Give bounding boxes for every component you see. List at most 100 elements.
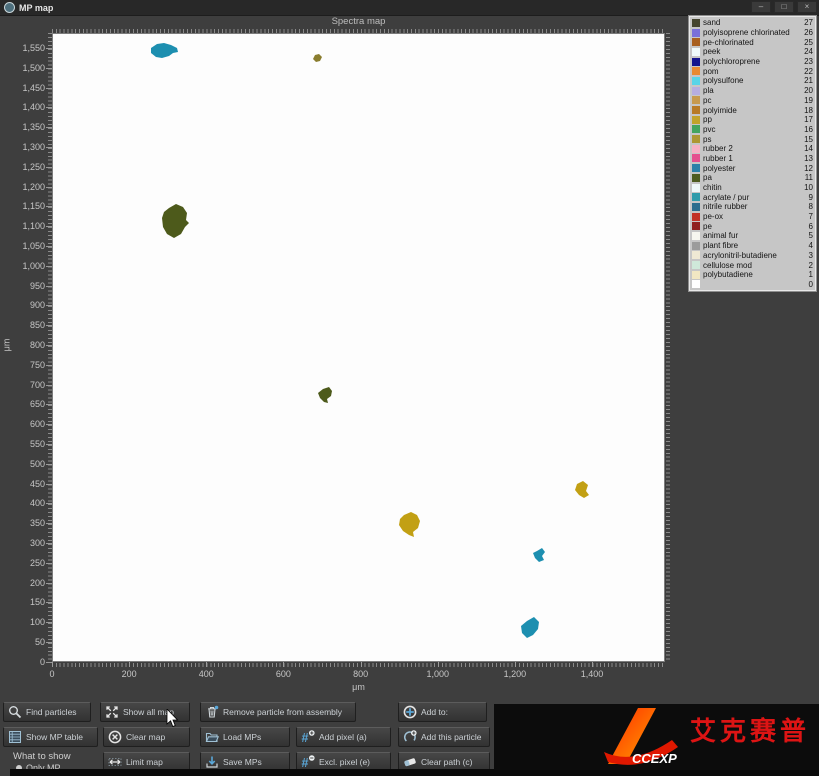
trash-icon [205,705,219,719]
legend-row: pp17 [690,115,815,125]
y-major-tick [46,563,52,564]
x-tick-label: 0 [30,669,74,679]
particle-add-icon [403,730,417,744]
legend-row: 0 [690,280,815,290]
y-tick-label: 150 [0,597,45,607]
legend-row: cellulose mod2 [690,260,815,270]
mouse-cursor-icon [166,709,180,729]
legend-swatch-icon [692,271,700,279]
legend-value: 19 [804,96,813,105]
load-mps-button[interactable]: Load MPs [200,727,290,747]
particle-blob[interactable] [521,617,539,638]
add-pixel-a-button[interactable]: #Add pixel (a) [296,727,391,747]
legend-value: 16 [804,125,813,134]
legend-label: peek [703,47,804,56]
particle-blob[interactable] [575,481,589,498]
accexp-logo-icon: CCEXP [602,706,702,768]
legend-row: pc19 [690,96,815,106]
minor-ticks-bottom [52,663,665,667]
legend-label: pe [703,222,809,231]
legend-swatch-icon [692,213,700,221]
legend: sand27polyisoprene chlorinated26pe-chlor… [688,15,817,292]
legend-row: pe-chlorinated25 [690,37,815,47]
y-tick-label: 1,150 [0,201,45,211]
legend-value: 24 [804,47,813,56]
legend-value: 11 [805,173,813,182]
minor-ticks-right [666,33,670,662]
particle-blob[interactable] [533,548,545,562]
legend-row: polyester12 [690,163,815,173]
legend-value: 27 [804,18,813,27]
y-tick-label: 700 [0,380,45,390]
particle-blob[interactable] [151,43,178,58]
y-major-tick [46,523,52,524]
spectra-map-plot[interactable] [52,33,665,662]
remove-particle-from-assembly-button[interactable]: Remove particle from assembly [200,702,356,722]
legend-row: nitrile rubber8 [690,202,815,212]
titlebar: MP map –□× [0,0,819,16]
toolbar-button-label: Limit map [126,757,163,767]
legend-swatch-icon [692,174,700,182]
legend-swatch-icon [692,48,700,56]
x-major-tick [515,662,516,667]
y-tick-label: 1,350 [0,122,45,132]
clear-x-icon [108,730,122,744]
minimize-button[interactable]: – [751,1,771,13]
eraser-icon [403,755,417,769]
legend-swatch-icon [692,154,700,162]
toolbar-button-label: Show MP table [26,732,83,742]
legend-swatch-icon [692,193,700,201]
y-major-tick [46,147,52,148]
legend-swatch-icon [692,116,700,124]
legend-label: pe-chlorinated [703,38,804,47]
legend-row: animal fur5 [690,231,815,241]
legend-row: polyimide18 [690,105,815,115]
x-tick-label: 400 [184,669,228,679]
close-button[interactable]: × [797,1,817,13]
legend-swatch-icon [692,145,700,153]
legend-value: 14 [804,144,813,153]
x-tick-label: 1,400 [570,669,614,679]
legend-label: sand [703,18,804,27]
legend-label: polyester [703,164,804,173]
clear-map-button[interactable]: Clear map [103,727,190,747]
y-axis-title: μm [1,339,11,352]
y-tick-label: 350 [0,518,45,528]
particle-blob[interactable] [162,204,189,238]
show-mp-table-button[interactable]: Show MP table [3,727,98,747]
legend-swatch-icon [692,67,700,75]
legend-row: polysulfone21 [690,76,815,86]
y-major-tick [46,404,52,405]
toolbar-button-label: Add pixel (a) [319,732,367,742]
legend-swatch-icon [692,232,700,240]
maximize-button[interactable]: □ [774,1,794,13]
y-major-tick [46,266,52,267]
legend-row: plant fibre4 [690,241,815,251]
particle-blob[interactable] [318,387,332,403]
legend-swatch-icon [692,106,700,114]
legend-value: 20 [804,86,813,95]
y-major-tick [46,444,52,445]
legend-row: pa11 [690,173,815,183]
y-tick-label: 600 [0,419,45,429]
y-major-tick [46,622,52,623]
legend-value: 2 [809,261,813,270]
toolbar-button-label: Save MPs [223,757,262,767]
legend-value: 7 [809,212,813,221]
legend-value: 13 [804,154,813,163]
particle-blob[interactable] [313,54,322,62]
y-major-tick [46,107,52,108]
target-add-icon [403,705,417,719]
add-to-button[interactable]: Add to: [398,702,487,722]
y-major-tick [46,68,52,69]
mp-map-window: MP map –□× Spectra map 1,5501,5001,4501,… [0,0,819,776]
toolbar-button-label: Find particles [26,707,77,717]
y-major-tick [46,424,52,425]
expand-icon [105,705,119,719]
legend-row: polyisoprene chlorinated26 [690,28,815,38]
legend-value: 0 [809,280,813,289]
add-this-particle-button[interactable]: Add this particle [398,727,490,747]
toolbar-button-label: Clear map [126,732,165,742]
particle-blob[interactable] [399,512,420,537]
find-particles-button[interactable]: Find particles [3,702,91,722]
